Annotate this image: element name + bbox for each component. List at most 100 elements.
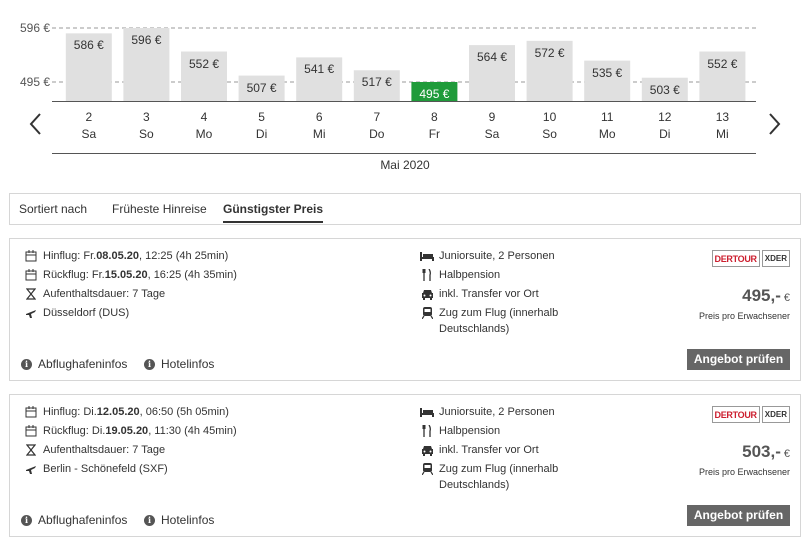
calendar-icon xyxy=(24,405,38,419)
day-tick[interactable]: 9 Sa xyxy=(464,109,520,143)
return-prefix: Rückflug: Fr. xyxy=(43,269,105,281)
day-number: 8 xyxy=(431,110,438,124)
weekday-label: Di xyxy=(659,127,671,141)
day-tick[interactable]: 4 Mo xyxy=(176,109,232,143)
airplane-icon xyxy=(24,462,38,476)
airplane-icon xyxy=(24,306,38,320)
car-icon xyxy=(420,287,434,301)
tour-operator-logo: DERTOUR XDER xyxy=(711,250,790,267)
chevron-left-icon xyxy=(29,113,41,135)
info-icon: i xyxy=(144,358,155,370)
tour-operator-logo: DERTOUR XDER xyxy=(711,406,790,423)
departure-airport: Berlin - Schönefeld (SXF) xyxy=(24,460,168,478)
hourglass-icon xyxy=(24,287,38,301)
transfer-text: inkl. Transfer vor Ort xyxy=(439,288,539,300)
day-tick[interactable]: 3 So xyxy=(118,109,174,143)
airport-info-link[interactable]: i Abflughafeninfos xyxy=(21,357,127,371)
info-icon: i xyxy=(144,514,155,526)
dertour-logo: DERTOUR xyxy=(711,250,760,267)
day-tick[interactable]: 10 So xyxy=(522,109,578,143)
bar-value-label: 517 € xyxy=(361,75,392,90)
day-number: 12 xyxy=(658,110,672,124)
month-label: Mai 2020 xyxy=(380,158,430,172)
day-tick[interactable]: 7 Do xyxy=(349,109,405,143)
outbound-flight: Hinflug: Di. 12.05.20, 06:50 (5h 05min) xyxy=(24,403,229,421)
sort-bar: Sortiert nach Früheste Hinreise Günstigs… xyxy=(9,193,801,225)
day-number: 6 xyxy=(315,110,323,124)
outbound-prefix: Hinflug: Fr. xyxy=(43,250,97,262)
weekday-label: Mo xyxy=(195,127,213,141)
chevron-right-icon xyxy=(769,113,781,135)
return-suffix: , 16:25 (4h 35min) xyxy=(147,269,237,281)
day-tick[interactable]: 12 Di xyxy=(637,109,693,143)
return-prefix: Rückflug: Di. xyxy=(43,425,106,437)
day-number: 11 xyxy=(600,110,614,124)
weekday-label: Mi xyxy=(716,127,729,141)
train-info: Zug zum Flug (innerhalb xyxy=(420,304,558,322)
weekday-label: Sa xyxy=(81,127,97,141)
hotel-info-link[interactable]: i Hotelinfos xyxy=(144,513,214,527)
return-date: 15.05.20 xyxy=(104,269,148,281)
prev-week-button[interactable] xyxy=(26,110,46,140)
check-offer-button[interactable]: Angebot prüfen xyxy=(687,349,790,370)
airport-info-link[interactable]: i Abflughafeninfos xyxy=(21,513,127,527)
day-tick[interactable]: 8 Fr xyxy=(406,109,462,143)
xder-logo: XDER xyxy=(761,406,790,423)
room-info: Juniorsuite, 2 Personen xyxy=(420,247,555,265)
day-tick[interactable]: 5 Di xyxy=(234,109,290,143)
outbound-date: 12.05.20 xyxy=(96,406,140,418)
weekday-label: Mo xyxy=(598,127,616,141)
price-value: 495,- xyxy=(742,286,781,305)
check-offer-button[interactable]: Angebot prüfen xyxy=(687,505,790,526)
day-number: 10 xyxy=(542,110,557,124)
cutlery-icon xyxy=(420,424,434,438)
day-number: 4 xyxy=(200,110,208,124)
board-text: Halbpension xyxy=(439,269,501,281)
stay-duration: Aufenthaltsdauer: 7 Tage xyxy=(24,441,165,459)
day-tick[interactable]: 2 Sa xyxy=(61,109,117,143)
bar-value-label: 535 € xyxy=(592,65,623,80)
offer-price: 495,- € xyxy=(742,286,790,306)
bar-value-label: 572 € xyxy=(534,45,565,60)
hotel-info-label: Hotelinfos xyxy=(161,513,215,527)
calendar-icon xyxy=(24,424,38,438)
hotel-info-label: Hotelinfos xyxy=(161,357,215,371)
bed-icon xyxy=(420,249,434,263)
stay-duration: Aufenthaltsdauer: 7 Tage xyxy=(24,285,165,303)
price-note: Preis pro Erwachsener xyxy=(698,467,790,477)
room-text: Juniorsuite, 2 Personen xyxy=(439,250,555,262)
stay-text: Aufenthaltsdauer: 7 Tage xyxy=(43,444,166,456)
offer-price: 503,- € xyxy=(742,442,790,462)
day-number: 7 xyxy=(373,110,381,124)
board-info: Halbpension xyxy=(420,266,500,284)
hotel-info-link[interactable]: i Hotelinfos xyxy=(144,357,214,371)
bar-value-label: 541 € xyxy=(304,62,335,77)
transfer-text: inkl. Transfer vor Ort xyxy=(439,444,539,456)
room-text: Juniorsuite, 2 Personen xyxy=(439,406,555,418)
price-currency: € xyxy=(783,448,790,460)
bar-value-label: 564 € xyxy=(476,50,508,65)
dertour-logo: DERTOUR xyxy=(711,406,760,423)
next-week-button[interactable] xyxy=(764,110,784,140)
sort-option-cheapest[interactable]: Günstigster Preis xyxy=(223,202,324,223)
train-text-cont: Deutschlands) xyxy=(439,479,510,491)
outbound-date: 08.05.20 xyxy=(96,250,140,262)
xder-logo: XDER xyxy=(761,250,790,267)
bar-value-label: 503 € xyxy=(649,82,680,97)
return-date: 19.05.20 xyxy=(105,425,149,437)
weekday-label: Di xyxy=(255,127,268,141)
day-number: 5 xyxy=(258,110,265,124)
sort-option-earliest[interactable]: Früheste Hinreise xyxy=(112,202,207,216)
day-tick[interactable]: 6 Mi xyxy=(291,109,347,143)
departure-airport: Düsseldorf (DUS) xyxy=(24,304,129,322)
bar-value-label: 596 € xyxy=(131,33,162,47)
price-currency: € xyxy=(783,292,790,304)
bar-value-label: 507 € xyxy=(246,80,277,95)
car-icon xyxy=(420,443,434,457)
weekday-label: Fr xyxy=(428,127,441,141)
train-text: Zug zum Flug (innerhalb xyxy=(439,463,559,475)
day-number: 2 xyxy=(85,110,93,124)
price-note: Preis pro Erwachsener xyxy=(698,311,790,321)
day-tick[interactable]: 11 Mo xyxy=(579,109,635,143)
day-tick[interactable]: 13 Mi xyxy=(694,109,750,143)
